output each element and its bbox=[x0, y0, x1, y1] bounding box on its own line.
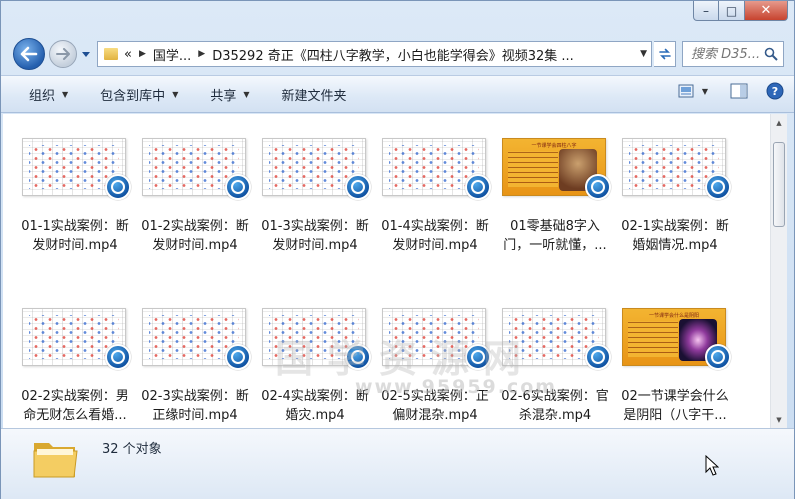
include-in-library-menu[interactable]: 包含到库中 ▼ bbox=[92, 81, 186, 107]
chevron-down-icon: ▼ bbox=[62, 89, 69, 99]
refresh-icon bbox=[658, 48, 671, 60]
back-arrow-icon bbox=[20, 46, 38, 62]
caption-buttons: – □ ✕ bbox=[693, 1, 788, 21]
close-button[interactable]: ✕ bbox=[745, 1, 788, 21]
help-button[interactable]: ? bbox=[766, 82, 784, 100]
slide-text-block bbox=[508, 151, 558, 187]
folder-icon bbox=[104, 48, 118, 60]
svg-text:?: ? bbox=[772, 85, 778, 98]
new-folder-button[interactable]: 新建文件夹 bbox=[274, 81, 355, 107]
navigation-bar: « ▶ 国学... ▶ D35292 奇正《四柱八字教学，小白也能学得会》视频3… bbox=[1, 35, 794, 73]
address-dropdown-icon[interactable]: ▼ bbox=[640, 49, 647, 59]
details-pane: 32 个对象 bbox=[1, 428, 794, 499]
mouse-cursor-icon bbox=[705, 455, 719, 476]
organize-label: 组织 bbox=[29, 88, 56, 104]
breadcrumb-item-guoxue[interactable]: 国学... bbox=[153, 45, 191, 64]
video-player-icon bbox=[465, 174, 491, 200]
scroll-up-icon[interactable]: ▲ bbox=[771, 114, 787, 131]
file-name-label: 01-4实战案例：断 发财时间.mp4 bbox=[381, 219, 489, 253]
file-name-label: 02-6实战案例：官 杀混杂.mp4 bbox=[501, 389, 609, 423]
command-toolbar: 组织 ▼ 包含到库中 ▼ 共享 ▼ 新建文件夹 ▼ ? bbox=[1, 75, 794, 113]
file-list-view[interactable]: 01-1实战案例：断 发财时间.mp4 01-2实战案例：断 发财时间.mp4 01… bbox=[3, 114, 771, 428]
video-player-icon bbox=[585, 344, 611, 370]
chevron-down-icon: ▼ bbox=[172, 89, 179, 99]
include-in-library-label: 包含到库中 bbox=[100, 88, 166, 104]
view-icon bbox=[678, 84, 694, 98]
share-menu[interactable]: 共享 ▼ bbox=[202, 81, 257, 107]
refresh-button[interactable] bbox=[654, 41, 676, 67]
chevron-down-icon: ▼ bbox=[701, 86, 708, 96]
video-player-icon bbox=[225, 344, 251, 370]
file-name-label: 02-5实战案例：正 偏财混杂.mp4 bbox=[381, 389, 489, 423]
video-player-icon bbox=[345, 344, 371, 370]
address-bar[interactable]: « ▶ 国学... ▶ D35292 奇正《四柱八字教学，小白也能学得会》视频3… bbox=[97, 41, 652, 67]
video-player-icon bbox=[345, 174, 371, 200]
chevron-down-icon bbox=[82, 51, 90, 57]
file-name-label: 02一节课学会什么 是阴阳（八字干... bbox=[621, 389, 729, 423]
video-player-icon bbox=[705, 174, 731, 200]
slide-text-block bbox=[628, 321, 678, 357]
file-name-label: 02-2实战案例：男 命无财怎么看婚... bbox=[21, 389, 129, 423]
slide-title: 一节课学会四柱八字 bbox=[531, 143, 577, 149]
forward-button[interactable] bbox=[49, 40, 77, 68]
preview-pane-button[interactable] bbox=[730, 83, 748, 99]
maximize-button[interactable]: □ bbox=[719, 1, 745, 21]
breadcrumb-overflow[interactable]: « bbox=[124, 47, 132, 62]
file-name-label: 01-3实战案例：断 发财时间.mp4 bbox=[261, 219, 369, 253]
preview-pane-icon bbox=[730, 83, 748, 99]
video-player-icon bbox=[105, 344, 131, 370]
chevron-down-icon: ▼ bbox=[243, 89, 250, 99]
forward-arrow-icon bbox=[56, 48, 70, 60]
video-player-icon bbox=[105, 174, 131, 200]
help-icon: ? bbox=[766, 82, 784, 100]
explorer-window: – □ ✕ « ▶ 国学... ▶ D35292 奇正《四柱八字教学，小白也能学… bbox=[0, 0, 795, 499]
search-input[interactable] bbox=[691, 46, 765, 62]
scroll-thumb[interactable] bbox=[773, 142, 785, 227]
share-label: 共享 bbox=[210, 88, 237, 104]
folder-icon bbox=[33, 443, 78, 478]
recent-pages-dropdown[interactable] bbox=[81, 49, 91, 59]
file-name-label: 01-1实战案例：断 发财时间.mp4 bbox=[21, 219, 129, 253]
video-player-icon bbox=[585, 174, 611, 200]
change-view-button[interactable]: ▼ bbox=[678, 84, 708, 98]
new-folder-label: 新建文件夹 bbox=[281, 88, 347, 104]
video-player-icon bbox=[705, 344, 731, 370]
file-name-label: 02-3实战案例：断 正缘时间.mp4 bbox=[141, 389, 249, 423]
file-name-label: 02-1实战案例：断 婚姻情况.mp4 bbox=[621, 219, 729, 253]
scroll-down-icon[interactable]: ▼ bbox=[771, 411, 787, 428]
file-name-label: 01-2实战案例：断 发财时间.mp4 bbox=[141, 219, 249, 253]
vertical-scrollbar[interactable]: ▲ ▼ bbox=[770, 114, 787, 428]
back-button[interactable] bbox=[13, 38, 45, 70]
video-player-icon bbox=[465, 344, 491, 370]
search-box[interactable] bbox=[682, 41, 784, 67]
breadcrumb-separator-icon: ▶ bbox=[198, 49, 206, 59]
minimize-button[interactable]: – bbox=[693, 1, 719, 21]
file-name-label: 01零基础8字入 门，一听就懂，... bbox=[503, 219, 607, 253]
search-icon[interactable] bbox=[764, 47, 778, 61]
item-count-text: 32 个对象 bbox=[102, 442, 162, 457]
breadcrumb-separator-icon: ▶ bbox=[138, 49, 146, 59]
toolbar-right-group: ▼ ? bbox=[670, 82, 784, 100]
slide-title: 一节课学会什么是阴阳 bbox=[648, 313, 699, 319]
video-player-icon bbox=[225, 174, 251, 200]
organize-menu[interactable]: 组织 ▼ bbox=[21, 81, 76, 107]
file-name-label: 02-4实战案例：断 婚灾.mp4 bbox=[261, 389, 369, 423]
breadcrumb-item-current[interactable]: D35292 奇正《四柱八字教学，小白也能学得会》视频32集 ... bbox=[212, 45, 574, 64]
